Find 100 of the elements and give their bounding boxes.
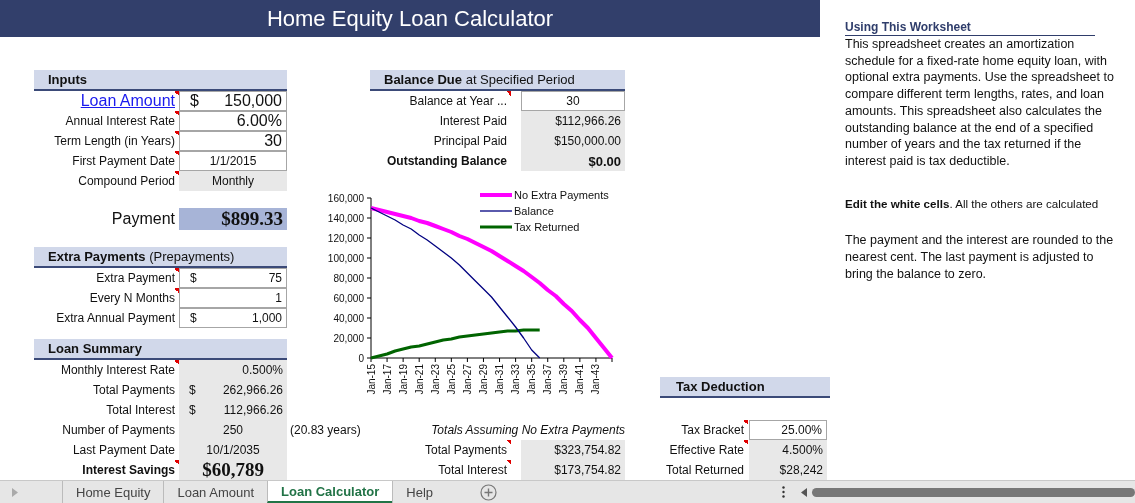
axis-tick-label: Jan-23 xyxy=(429,364,441,395)
cell-note: (20.83 years) xyxy=(290,422,361,439)
cell-value: 75 xyxy=(267,271,282,285)
input-cell[interactable]: 25.00% xyxy=(749,420,827,440)
field-label: Term Length (in Years) xyxy=(53,133,175,150)
input-cell[interactable]: $ 75 xyxy=(179,268,287,288)
cell-value: 150,000 xyxy=(223,92,282,110)
sheet-tab[interactable]: Home Equity xyxy=(62,481,164,503)
field-label: Total Returned xyxy=(664,462,744,479)
field-label: Principal Paid xyxy=(432,133,507,150)
cell-value: 25.00% xyxy=(780,423,822,437)
cell-value: $899.33 xyxy=(220,208,283,231)
field-label: Extra Annual Payment xyxy=(55,310,175,327)
add-sheet-icon[interactable] xyxy=(480,481,498,503)
field-label: Outstanding Balance xyxy=(385,153,507,170)
field-label: Balance at Year ... xyxy=(408,93,507,110)
axis-tick-label: Jan-37 xyxy=(542,364,554,395)
cell-value: 262,966.26 xyxy=(221,383,283,397)
cell-value: $28,242 xyxy=(778,463,823,477)
field-label: Last Payment Date xyxy=(71,442,175,459)
field-label: Tax Bracket xyxy=(680,422,744,439)
field-label: Total Interest xyxy=(105,402,175,419)
input-cell[interactable]: 1 xyxy=(179,288,287,308)
cell-value: 1,000 xyxy=(250,311,282,325)
input-cell[interactable]: 30 xyxy=(521,91,625,111)
cell-value: 10/1/2035 xyxy=(205,443,261,457)
axis-tick-label: Jan-17 xyxy=(381,364,393,395)
input-cell[interactable]: 30 xyxy=(179,131,287,151)
axis-tick-label: Jan-29 xyxy=(477,364,489,395)
scrollbar-thumb[interactable] xyxy=(812,487,1135,497)
axis-tick-label: 60,000 xyxy=(333,292,364,304)
cell-value: 30 xyxy=(263,132,282,150)
sheet-title: Home Equity Loan Calculator xyxy=(266,5,554,32)
axis-tick-label: Jan-19 xyxy=(397,364,409,395)
axis-tick-label: Jan-43 xyxy=(590,364,602,395)
input-cell[interactable]: $ 150,000 xyxy=(179,91,287,111)
cell-value: $323,754.82 xyxy=(553,443,621,457)
axis-tick-label: Jan-27 xyxy=(461,364,473,395)
section-heading: Tax Deduction xyxy=(660,377,830,399)
currency-symbol: $ xyxy=(189,383,196,397)
axis-tick-label: Jan-39 xyxy=(558,364,570,395)
axis-tick-label: 0 xyxy=(358,352,364,364)
legend-key xyxy=(480,225,512,229)
input-cell[interactable]: 1/1/2015 xyxy=(179,151,287,171)
cell-value: 1 xyxy=(274,291,282,305)
input-cell[interactable]: 6.00% xyxy=(179,111,287,131)
axis-tick-label: Jan-25 xyxy=(445,364,457,395)
currency-symbol: $ xyxy=(190,271,197,285)
axis-tick-label: Jan-21 xyxy=(413,364,425,395)
axis-tick-label: 160,000 xyxy=(327,192,364,204)
input-cell[interactable]: $ 1,000 xyxy=(179,308,287,328)
cell-value: 0.500% xyxy=(241,363,283,377)
cell-value: 30 xyxy=(565,94,581,108)
cell-value: 1/1/2015 xyxy=(208,154,258,168)
field-label: First Payment Date xyxy=(71,153,175,170)
loan-amount-link[interactable]: Loan Amount xyxy=(34,91,175,111)
field-label: Total Interest xyxy=(437,462,507,479)
section-heading: Loan Summary xyxy=(34,339,287,360)
axis-tick-label: Jan-41 xyxy=(574,364,586,395)
axis-tick-label: 100,000 xyxy=(327,252,364,264)
field-label: Every N Months xyxy=(88,290,175,307)
field-label: Effective Rate xyxy=(668,442,744,459)
field-label: Monthly Interest Rate xyxy=(59,362,175,379)
axis-tick-label: Jan-31 xyxy=(494,364,506,395)
field-label: Annual Interest Rate xyxy=(64,113,175,130)
axis-tick-label: 120,000 xyxy=(327,232,364,244)
legend-label: Balance xyxy=(514,205,554,217)
currency-symbol: $ xyxy=(190,311,197,325)
section-heading: Extra Payments (Prepayments) xyxy=(34,247,287,268)
axis-tick-label: 140,000 xyxy=(327,212,364,224)
axis-tick-label: 80,000 xyxy=(333,272,364,284)
sheet-tab[interactable]: Help xyxy=(392,481,447,503)
axis-tick-label: Jan-35 xyxy=(526,364,538,395)
field-label: Compound Period xyxy=(77,173,175,190)
notes-paragraph: This spreadsheet creates an amortization schedule for a fixed-rate home equity loan, with optional extra payments. Use the spreadsheet to compare different term lengths, rates, and loan amounts. This spreadsheet also calculates the outstanding balance at the end of a specified number of years and the tax returned if the interest paid is tax deductible. xyxy=(845,36,1115,170)
sheet-tab[interactable]: Loan Calculator xyxy=(267,481,393,503)
field-label: Total Payments xyxy=(91,382,175,399)
currency-symbol: $ xyxy=(189,403,196,417)
field-label: Extra Payment xyxy=(95,270,175,287)
field-label: Total Payments xyxy=(423,442,507,459)
cell-value: $173,754.82 xyxy=(553,463,621,477)
currency-symbol: $ xyxy=(190,92,199,110)
legend-label: Tax Returned xyxy=(514,221,580,233)
field-label: Number of Payments xyxy=(61,422,175,439)
cell-value: 250 xyxy=(222,423,244,437)
field-label: Interest Paid xyxy=(438,113,507,130)
legend-key xyxy=(480,193,512,197)
field-label: Payment xyxy=(110,209,175,230)
notes-paragraph: The payment and the interest are rounded to the nearest cent. The last payment is adjusted to bring the balance to zero. xyxy=(845,232,1115,283)
axis-tick-label: Jan-33 xyxy=(510,364,522,395)
table-caption: Totals Assuming No Extra Payments xyxy=(431,422,625,439)
cell-value: Monthly xyxy=(211,174,255,188)
axis-tick-label: 40,000 xyxy=(333,312,364,324)
cell-value: 112,966.26 xyxy=(222,403,283,417)
section-heading: Balance Due at Specified Period xyxy=(370,70,625,91)
field-label: Interest Savings xyxy=(81,462,175,479)
notes-heading: Using This Worksheet xyxy=(845,20,1095,36)
notes-paragraph: Edit the white cells. All the others are calculated xyxy=(845,195,1100,212)
cell-value: 4.500% xyxy=(781,443,823,457)
legend-label: No Extra Payments xyxy=(514,189,609,201)
